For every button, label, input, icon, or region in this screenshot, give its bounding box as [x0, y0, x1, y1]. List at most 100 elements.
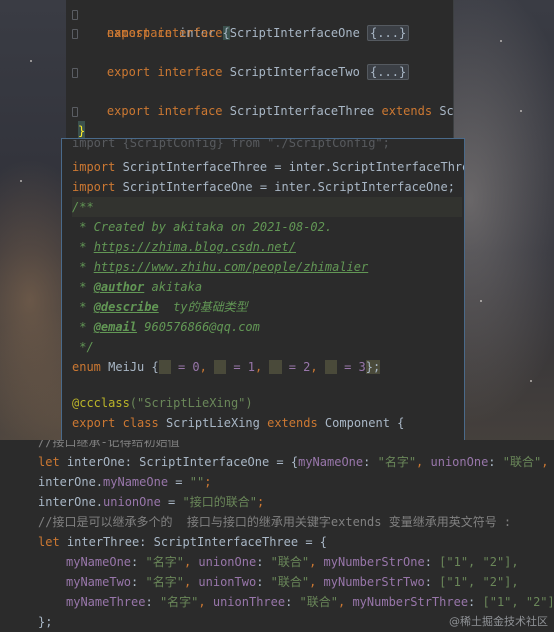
watermark: @稀土掘金技术社区 — [449, 615, 548, 628]
star — [30, 60, 32, 62]
field: myNameOne — [298, 455, 364, 469]
declaration: interThree: ScriptInterfaceThree = { — [66, 535, 328, 549]
string: "联合" — [299, 595, 338, 609]
field: myNumberStrThree — [352, 595, 469, 609]
brace: { — [151, 360, 159, 374]
field: unionThree — [212, 595, 286, 609]
colon: : — [363, 455, 378, 469]
doc-comment-line: * https://zhima.blog.csdn.net/ — [72, 237, 296, 257]
colon: : — [488, 455, 503, 469]
keyword: import — [72, 160, 116, 174]
doc-star: * — [72, 320, 94, 334]
code-line: interOne.myNameOne = ""; — [38, 472, 211, 492]
code-panel-imports[interactable]: import {ScriptConfig} from "./ScriptConf… — [61, 138, 465, 442]
operator: = — [168, 475, 190, 489]
class-line: export class ScriptLieXing extends Compo… — [72, 413, 404, 433]
enum-member-1 — [214, 360, 227, 374]
decorator: @ccclass — [72, 396, 130, 410]
doc-value: 960576866@qq.com — [137, 320, 260, 334]
field: unionOne — [198, 555, 257, 569]
field: myNameOne — [66, 555, 132, 569]
comment: //接口继承-记得给初始值 — [38, 440, 180, 449]
keyword: interface — [157, 104, 223, 118]
doc-comment-close: */ — [72, 340, 94, 354]
doc-link[interactable]: https://www.zhihu.com/people/zhimalier — [94, 260, 369, 274]
decorator-line: @ccclass("ScriptLieXing") — [72, 393, 253, 413]
string: "" — [189, 475, 205, 489]
folded-region[interactable]: {...} — [367, 25, 410, 41]
keyword: export — [106, 26, 151, 40]
object-row: myNameThree: "名字", unionThree: "联合", myN… — [66, 595, 554, 609]
star — [530, 380, 532, 382]
keyword: let — [38, 455, 60, 469]
brace: }; — [365, 360, 381, 374]
code-line: import ScriptInterfaceOne = inter.Script… — [72, 177, 455, 197]
string: "名字" — [159, 595, 199, 609]
object-row: myNameTwo: "名字", unionTwo: "联合", myNumbe… — [66, 575, 519, 589]
field: myNumberStrOne — [323, 555, 425, 569]
code-line: let interThree: ScriptInterfaceThree = { — [38, 532, 327, 552]
enum-member-2 — [269, 360, 282, 374]
interface-name: ScriptInterfaceTwo — [229, 65, 360, 79]
field: unionOne — [103, 495, 161, 509]
code-line: interOne.unionOne = "接口的联合"; — [38, 492, 264, 512]
semicolon: ; — [256, 495, 265, 509]
code-line: export interface ScriptInterfaceThree ex… — [78, 101, 454, 121]
doc-comment-line: * @email 960576866@qq.com — [72, 317, 260, 337]
code-panel-namespace[interactable]: namespace inter { export interface Scrip… — [66, 0, 454, 147]
field: myNumberStrTwo — [323, 575, 425, 589]
string: "联合" — [270, 575, 310, 589]
field: myNameThree — [66, 595, 146, 609]
closing-brace: }; — [38, 615, 53, 629]
string: "名字" — [145, 575, 184, 589]
keyword: export — [72, 416, 116, 430]
enum-value: = 2 — [281, 360, 311, 374]
doc-star: * — [72, 300, 94, 314]
field: unionOne — [430, 455, 489, 469]
enum-value: = 3 — [336, 360, 366, 374]
declaration: interOne: ScriptInterfaceOne = { — [66, 455, 299, 469]
import-statement: ScriptInterfaceThree = inter.ScriptInter… — [122, 160, 465, 174]
separator: , — [416, 455, 431, 469]
enum-value: = 1 — [226, 360, 256, 374]
keyword: export — [106, 104, 151, 118]
string: "接口的联合" — [182, 495, 257, 509]
base-class: Component { — [324, 416, 405, 430]
operator: = — [160, 495, 183, 509]
overlapped-line: import {ScriptConfig} from "./ScriptConf… — [72, 138, 390, 150]
string: "名字" — [145, 555, 184, 569]
doc-comment-line: * @author akitaka — [72, 277, 202, 297]
keyword: import — [72, 180, 116, 194]
enum-line: enum MeiJu { = 0, = 1, = 2, = 3}; — [72, 360, 381, 374]
enum-value: = 0 — [170, 360, 200, 374]
truncated-text: Sc — [439, 104, 454, 118]
string: "联合" — [270, 555, 310, 569]
code-line: export interface ScriptInterfaceOne {...… — [78, 23, 410, 43]
array: ["1", "2"], — [439, 555, 519, 569]
keyword: let — [38, 535, 60, 549]
code-line: let interOne: ScriptInterfaceOne = {myNa… — [38, 452, 554, 472]
star — [500, 40, 502, 42]
doc-comment-open: /** — [72, 197, 462, 217]
identifier: interOne. — [38, 475, 104, 489]
doc-comment-line: * @describe ty的基础类型 — [72, 297, 247, 317]
doc-comment-line: * https://www.zhihu.com/people/zhimalier — [72, 257, 368, 277]
interface-name: ScriptInterfaceThree — [229, 104, 375, 118]
class-name: ScriptLieXing — [165, 416, 260, 430]
doc-tag: @email — [93, 320, 138, 334]
object-row: myNameOne: "名字", unionOne: "联合", myNumbe… — [66, 555, 519, 569]
doc-star: * — [72, 240, 94, 254]
star — [520, 110, 522, 112]
star — [20, 180, 22, 182]
doc-link[interactable]: https://zhima.blog.csdn.net/ — [94, 240, 296, 254]
code-line: export interface ScriptInterfaceTwo {...… — [78, 62, 410, 82]
folded-region[interactable]: {...} — [367, 64, 410, 80]
decorator-arg: ("ScriptLieXing") — [129, 396, 253, 410]
doc-value: akitaka — [144, 280, 203, 294]
semicolon: ; — [204, 475, 212, 489]
code-line: namespace inter { — [78, 3, 230, 40]
field: myNameTwo — [66, 575, 132, 589]
code-panel-interfaces[interactable]: //接口继承-记得给初始值 let interOne: ScriptInterf… — [0, 440, 554, 632]
array: ["1", "2"], — [439, 575, 519, 589]
field: myNameOne — [103, 475, 169, 489]
